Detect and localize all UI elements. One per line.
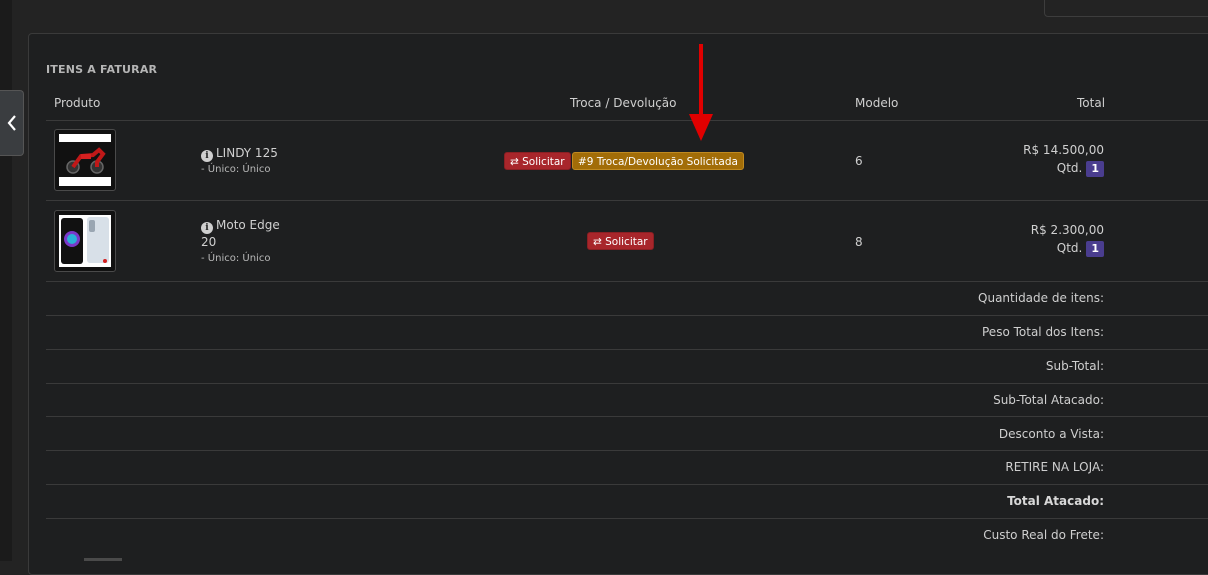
quantity: Qtd. 1 (1057, 241, 1104, 257)
divider (46, 281, 1208, 282)
divider (46, 484, 1208, 485)
divider (46, 349, 1208, 350)
solicitar-button[interactable]: ⇄ Solicitar (587, 232, 654, 250)
summary-peso-total: Peso Total dos Itens: (982, 325, 1104, 339)
summary-sub-total-atacado: Sub-Total Atacado: (993, 393, 1104, 407)
product-name: i LINDY 125 (201, 145, 278, 162)
qtd-label: Qtd. (1056, 241, 1083, 255)
top-field[interactable] (1044, 0, 1208, 17)
summary-retire-loja: RETIRE NA LOJA: (1005, 460, 1104, 474)
product-thumbnail[interactable] (54, 210, 116, 272)
header-troca-devolucao: Troca / Devolução (570, 96, 677, 110)
annotation-arrow-icon (689, 44, 713, 141)
qtd-badge: 1 (1086, 241, 1104, 257)
product-name-text-line2: 20 (201, 235, 217, 249)
summary-total-atacado: Total Atacado: (1007, 494, 1104, 508)
chevron-left-icon (7, 115, 16, 131)
summary-desconto-vista: Desconto a Vista: (998, 427, 1104, 441)
quantity: Qtd. 1 (1057, 161, 1104, 177)
product-variant: - Único: Único (201, 253, 271, 264)
solicitar-button[interactable]: ⇄ Solicitar (504, 152, 571, 170)
product-name-text: LINDY 125 (216, 146, 278, 160)
phone-image (61, 217, 109, 264)
modelo-value: 6 (855, 154, 863, 168)
info-icon[interactable]: i (201, 222, 213, 234)
divider (46, 315, 1208, 316)
divider (46, 120, 1208, 121)
price-value: R$ 14.500,00 (1023, 143, 1104, 157)
info-icon[interactable]: i (201, 150, 213, 162)
section-title: ITENS A FATURAR (46, 63, 158, 76)
divider (46, 200, 1208, 201)
price-value: R$ 2.300,00 (1030, 223, 1104, 237)
product-variant: - Único: Único (201, 164, 271, 175)
header-produto: Produto (54, 96, 101, 110)
left-strip (0, 0, 12, 561)
divider (46, 383, 1208, 384)
sidebar-toggle-button[interactable] (0, 90, 24, 156)
product-name-text: Moto Edge (216, 218, 280, 232)
divider (46, 518, 1208, 519)
motorcycle-image (59, 142, 111, 177)
summary-custo-frete: Custo Real do Frete: (983, 528, 1104, 542)
qtd-badge: 1 (1086, 161, 1104, 177)
summary-quantidade-itens: Quantidade de itens: (978, 291, 1104, 305)
status-badge: #9 Troca/Devolução Solicitada (572, 152, 744, 170)
divider (46, 416, 1208, 417)
header-modelo: Modelo (855, 96, 899, 110)
summary-sub-total: Sub-Total: (1045, 359, 1104, 373)
divider (46, 450, 1208, 451)
product-thumbnail[interactable] (54, 129, 116, 191)
modelo-value: 8 (855, 235, 863, 249)
product-name: i Moto Edge 20 (201, 217, 280, 250)
qtd-label: Qtd. (1056, 161, 1083, 175)
header-total: Total (1077, 96, 1106, 110)
